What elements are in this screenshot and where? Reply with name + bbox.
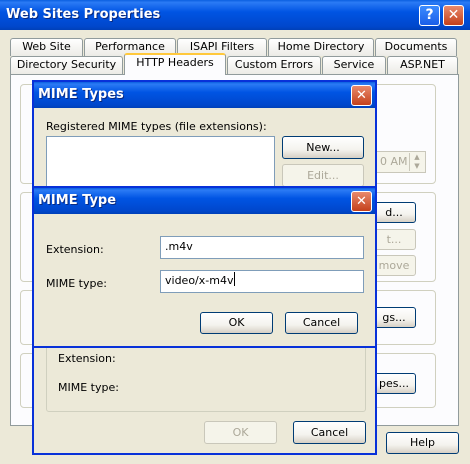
remove-header-button[interactable]: move (372, 255, 416, 276)
mime-type-close-button[interactable]: ✕ (351, 191, 372, 212)
tab-web-site[interactable]: Web Site (10, 38, 83, 56)
help-title-button[interactable]: ? (419, 5, 440, 26)
mime-type-input[interactable]: video/x-m4v (160, 270, 364, 293)
main-window-title: Web Sites Properties (6, 7, 161, 22)
close-icon: ✕ (356, 194, 367, 209)
tab-documents[interactable]: Documents (375, 38, 457, 56)
mime-type-cancel-button[interactable]: Cancel (285, 312, 358, 334)
main-title-bar: Web Sites Properties ? ✕ (0, 0, 470, 30)
mime-details-extension-label: Extension: (58, 352, 116, 365)
mime-type-title-bar: MIME Type ✕ (34, 188, 375, 214)
mime-types-close-button[interactable]: ✕ (351, 85, 372, 106)
mime-type-label: MIME type: (46, 277, 107, 290)
question-mark-icon: ? (425, 7, 434, 23)
mime-types-ok-button[interactable]: OK (204, 421, 277, 444)
tab-home-directory[interactable]: Home Directory (268, 38, 374, 56)
edit-ratings-button[interactable]: gs... (372, 307, 416, 328)
mime-types-title: MIME Types (38, 87, 124, 102)
mime-types-title-bar: MIME Types ✕ (34, 82, 375, 108)
mime-type-ok-button[interactable]: OK (200, 312, 273, 334)
tab-custom-errors[interactable]: Custom Errors (227, 56, 321, 74)
edit-header-button[interactable]: t... (372, 229, 416, 250)
close-icon: ✕ (447, 7, 460, 23)
text-caret (234, 272, 236, 286)
mime-type-title: MIME Type (38, 193, 117, 208)
tab-http-headers[interactable]: HTTP Headers (124, 53, 226, 75)
extension-value: .m4v (165, 240, 193, 253)
mime-type-dialog: MIME Type ✕ Extension: .m4v MIME type: v… (32, 186, 377, 348)
new-mime-button[interactable]: New... (282, 136, 364, 159)
main-close-button[interactable]: ✕ (443, 5, 464, 26)
mime-details-mime-type-label: MIME type: (58, 381, 119, 394)
tab-aspnet[interactable]: ASP.NET (387, 56, 458, 74)
tab-directory-security[interactable]: Directory Security (10, 56, 123, 74)
tab-service[interactable]: Service (322, 56, 386, 74)
extension-label: Extension: (46, 243, 104, 256)
edit-mime-button[interactable]: Edit... (282, 164, 364, 187)
spinner-icon: ▲ ▼ (409, 153, 424, 171)
add-header-button[interactable]: d... (372, 202, 416, 223)
expiry-time-field[interactable]: 0 AM ▲ ▼ (376, 151, 426, 173)
mime-types-cancel-button[interactable]: Cancel (293, 421, 366, 444)
expiry-time-text: 0 AM (380, 155, 408, 168)
help-button[interactable]: Help (386, 432, 459, 454)
mime-types-button[interactable]: pes... (372, 373, 416, 394)
registered-mime-types-label: Registered MIME types (file extensions): (46, 120, 267, 133)
extension-input[interactable]: .m4v (160, 236, 364, 259)
close-icon: ✕ (356, 88, 367, 103)
mime-type-value: video/x-m4v (165, 274, 234, 287)
